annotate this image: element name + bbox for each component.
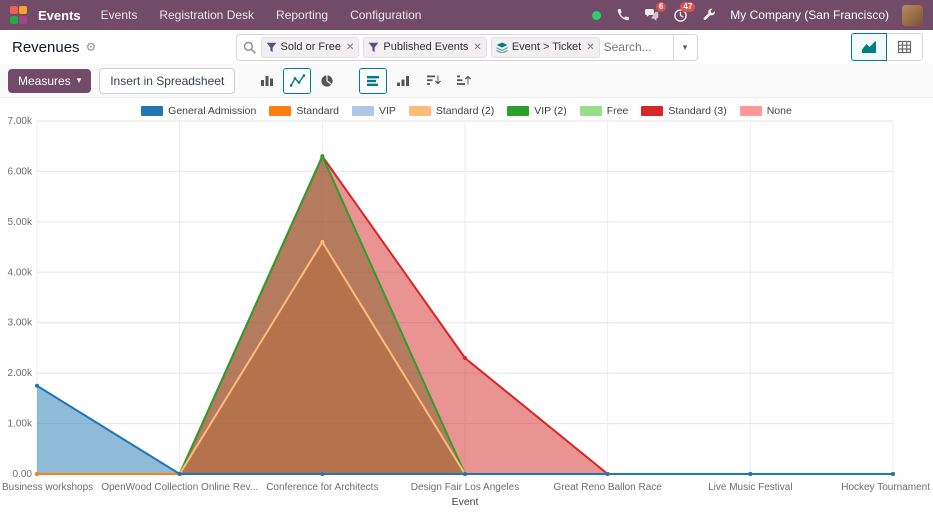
chart-type-group — [253, 68, 341, 94]
activities-clock-icon[interactable]: 47 — [672, 7, 688, 23]
svg-text:7.00k: 7.00k — [8, 116, 33, 127]
line-chart-button[interactable] — [283, 68, 311, 94]
facet-remove-icon[interactable]: ✕ — [346, 42, 354, 53]
legend-swatch — [269, 106, 291, 116]
wrench-icon[interactable] — [701, 7, 717, 23]
legend-swatch — [740, 106, 762, 116]
svg-text:0.00: 0.00 — [13, 469, 33, 480]
filter-icon — [368, 42, 379, 53]
legend-swatch — [507, 106, 529, 116]
legend-swatch — [409, 106, 431, 116]
groupby-layers-icon — [496, 42, 508, 53]
area-chart-icon — [861, 40, 877, 54]
stacked-toggle-button[interactable] — [359, 68, 387, 94]
sort-asc-button[interactable] — [449, 68, 477, 94]
pivot-view-button[interactable] — [887, 33, 923, 61]
app-name[interactable]: Events — [38, 8, 81, 23]
chart-legend: General AdmissionStandardVIPStandard (2)… — [0, 98, 933, 116]
revenue-chart[interactable]: 0.00 1.00k 2.00k 3.00k 4.00k 5.00k 6.00k 7.00k B… — [0, 116, 933, 511]
facet-remove-icon[interactable]: ✕ — [586, 42, 594, 53]
filter-icon — [266, 42, 277, 53]
svg-text:1.00k: 1.00k — [8, 419, 33, 430]
caret-down-icon: ▾ — [77, 75, 82, 86]
svg-text:4.00k: 4.00k — [8, 267, 33, 278]
insert-in-spreadsheet-button[interactable]: Insert in Spreadsheet — [99, 68, 235, 94]
company-switcher[interactable]: My Company (San Francisco) — [730, 8, 889, 22]
search-icon — [243, 41, 256, 54]
menu-registration-desk[interactable]: Registration Desk — [159, 8, 254, 22]
svg-text:6.00k: 6.00k — [8, 166, 33, 177]
svg-text:Design Fair Los Angeles: Design Fair Los Angeles — [411, 482, 519, 493]
search-input[interactable] — [604, 40, 673, 54]
svg-text:Live Music Festival: Live Music Festival — [708, 482, 792, 493]
search-dropdown-caret-icon[interactable]: ▾ — [673, 35, 697, 60]
legend-swatch — [141, 106, 163, 116]
control-panel: Revenues ⚙ Sold or Free ✕ Published Even… — [0, 30, 933, 64]
graph-view-button[interactable] — [851, 33, 887, 61]
gear-icon[interactable]: ⚙ — [86, 40, 97, 54]
bar-chart-button[interactable] — [253, 68, 281, 94]
menu-reporting[interactable]: Reporting — [276, 8, 328, 22]
menu-events[interactable]: Events — [101, 8, 138, 22]
svg-text:Conference for Architects: Conference for Architects — [266, 482, 378, 493]
measures-label: Measures — [18, 74, 71, 88]
chart-options-group — [359, 68, 477, 94]
facet-label: Sold or Free — [281, 41, 342, 53]
facet-label: Event > Ticket — [512, 41, 581, 53]
measures-button[interactable]: Measures ▾ — [8, 69, 91, 93]
svg-text:5.00k: 5.00k — [8, 217, 33, 228]
graph-toolbar: Measures ▾ Insert in Spreadsheet — [0, 64, 933, 98]
svg-text:3.00k: 3.00k — [8, 318, 33, 329]
odoo-logo[interactable] — [10, 6, 28, 24]
view-switcher — [851, 33, 923, 61]
phone-icon[interactable] — [614, 7, 630, 23]
activities-badge: 47 — [680, 2, 695, 12]
pivot-grid-icon — [897, 40, 912, 54]
user-avatar[interactable] — [902, 5, 923, 26]
pie-chart-button[interactable] — [313, 68, 341, 94]
page-title: Revenues — [12, 39, 80, 56]
svg-text:Business workshops: Business workshops — [2, 482, 93, 493]
facet-published-events: Published Events ✕ — [363, 37, 486, 58]
messages-icon[interactable]: 6 — [643, 7, 659, 23]
menu-configuration[interactable]: Configuration — [350, 8, 421, 22]
facet-label: Published Events — [383, 41, 468, 53]
messages-badge: 6 — [656, 2, 666, 12]
sort-desc-button[interactable] — [419, 68, 447, 94]
top-navbar: Events Events Registration Desk Reportin… — [0, 0, 933, 30]
online-status-dot — [592, 11, 601, 20]
facet-groupby-event-ticket: Event > Ticket ✕ — [491, 37, 600, 58]
svg-text:OpenWood Collection Online Rev: OpenWood Collection Online Rev... — [101, 482, 258, 493]
search-bar: Sold or Free ✕ Published Events ✕ Event … — [236, 34, 698, 61]
svg-text:2.00k: 2.00k — [8, 368, 33, 379]
facet-sold-or-free: Sold or Free ✕ — [261, 37, 360, 58]
svg-text:Event: Event — [452, 496, 479, 508]
svg-text:Great Reno Ballon Race: Great Reno Ballon Race — [553, 482, 662, 493]
chart-area: General AdmissionStandardVIPStandard (2)… — [0, 98, 933, 516]
facet-remove-icon[interactable]: ✕ — [473, 42, 481, 53]
cumulative-toggle-button[interactable] — [389, 68, 417, 94]
legend-swatch — [352, 106, 374, 116]
legend-swatch — [641, 106, 663, 116]
legend-swatch — [580, 106, 602, 116]
svg-text:Hockey Tournament: Hockey Tournament — [841, 482, 930, 493]
